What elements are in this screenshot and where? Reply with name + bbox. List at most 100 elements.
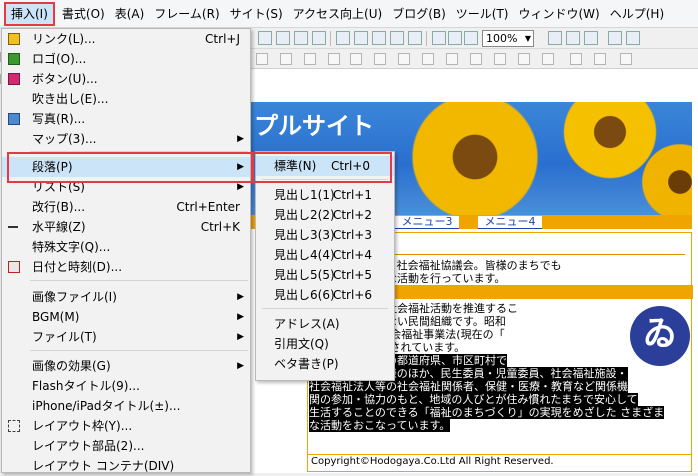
menu-site[interactable]: サイト(S) bbox=[225, 3, 288, 25]
menu-frame[interactable]: フレーム(R) bbox=[149, 3, 224, 25]
menu-item-logo[interactable]: ロゴ(O)... bbox=[2, 49, 250, 69]
menu-accessibility[interactable]: アクセス向上(U) bbox=[288, 3, 388, 25]
chevron-right-icon: ▶ bbox=[237, 332, 244, 342]
calendar-icon bbox=[8, 261, 20, 273]
spellcheck-icon[interactable] bbox=[354, 31, 368, 45]
preview-window-icon[interactable] bbox=[608, 31, 622, 45]
publish-icon[interactable] bbox=[408, 31, 422, 45]
insert-menu: リンク(L)... Ctrl+J ロゴ(O)... ボタン(U)... 吹き出し(… bbox=[1, 28, 251, 473]
menu-separator bbox=[30, 280, 248, 281]
menu-table[interactable]: 表(A) bbox=[110, 3, 150, 25]
nav-item-menu3[interactable]: メニュー3 bbox=[395, 216, 459, 229]
menu-item-iphone-title[interactable]: iPhone/iPadタイトル(±)... bbox=[2, 396, 250, 416]
cell-prop-icon[interactable] bbox=[446, 53, 458, 65]
menu-item-layout-container[interactable]: レイアウト コンテナ(DIV) bbox=[2, 456, 250, 476]
menu-format[interactable]: 書式(O) bbox=[57, 3, 110, 25]
menu-item-map[interactable]: マップ(3)... ▶ bbox=[2, 129, 250, 149]
button-icon bbox=[8, 73, 20, 85]
zoom-out-icon[interactable] bbox=[448, 31, 462, 45]
view-source-icon[interactable] bbox=[566, 31, 580, 45]
menu-bar: 挿入(I) 書式(O) 表(A) フレーム(R) サイト(S) アクセス向上(U… bbox=[0, 0, 698, 28]
delete-row-icon[interactable] bbox=[494, 53, 506, 65]
copy-layout-icon[interactable] bbox=[594, 53, 606, 65]
submenu-item-heading1[interactable]: 見出し1(1) Ctrl+1 bbox=[256, 185, 394, 205]
browser-preview-icon[interactable] bbox=[626, 31, 640, 45]
zoom-in-icon[interactable] bbox=[432, 31, 446, 45]
menu-item-special-char[interactable]: 特殊文字(Q)... bbox=[2, 237, 250, 257]
align-icon[interactable] bbox=[280, 53, 292, 65]
submenu-item-heading2[interactable]: 見出し2(2) Ctrl+2 bbox=[256, 205, 394, 225]
submenu-item-heading6[interactable]: 見出し6(6) Ctrl+6 bbox=[256, 285, 394, 305]
border-icon[interactable] bbox=[470, 53, 482, 65]
submenu-item-preformatted[interactable]: ベタ書き(P) bbox=[256, 354, 394, 374]
photo-icon bbox=[8, 113, 20, 125]
highlight-frame bbox=[7, 152, 254, 183]
view-split-icon[interactable] bbox=[584, 31, 598, 45]
table-icon[interactable] bbox=[276, 31, 290, 45]
link-icon bbox=[8, 33, 20, 45]
menu-item-button[interactable]: ボタン(U)... bbox=[2, 69, 250, 89]
text-icon[interactable] bbox=[336, 31, 350, 45]
menu-tools[interactable]: ツール(T) bbox=[451, 3, 514, 25]
chevron-right-icon: ▶ bbox=[237, 361, 244, 371]
menu-blog[interactable]: ブログ(B) bbox=[387, 3, 451, 25]
submenu-item-heading5[interactable]: 見出し5(5) Ctrl+5 bbox=[256, 265, 394, 285]
table-insert-icon[interactable] bbox=[328, 53, 340, 65]
site-title: プルサイト bbox=[254, 112, 374, 140]
nav-item-menu4[interactable]: メニュー4 bbox=[478, 216, 542, 229]
layer-icon[interactable] bbox=[620, 53, 632, 65]
selected-body-line: 関の参加・協力のもと、地域の人びとが住み慣れたまちで安心して bbox=[309, 393, 638, 406]
sunflower-image bbox=[400, 102, 550, 215]
menu-item-link[interactable]: リンク(L)... Ctrl+J bbox=[2, 29, 250, 49]
delete-column-icon[interactable] bbox=[518, 53, 530, 65]
welfare-logo: ゐ bbox=[630, 306, 690, 366]
view-standard-icon[interactable] bbox=[548, 31, 562, 45]
highlight-frame bbox=[251, 152, 392, 183]
preview-icon[interactable] bbox=[390, 31, 404, 45]
horizontal-rule-icon bbox=[8, 226, 18, 228]
menu-window[interactable]: ウィンドウ(W) bbox=[514, 3, 605, 25]
menu-insert[interactable]: 挿入(I) bbox=[4, 1, 55, 26]
menu-item-balloon[interactable]: 吹き出し(E)... bbox=[2, 89, 250, 109]
submenu-item-blockquote[interactable]: 引用文(Q) bbox=[256, 334, 394, 354]
row-insert-icon[interactable] bbox=[350, 53, 362, 65]
menu-item-file[interactable]: ファイル(T) ▶ bbox=[2, 327, 250, 347]
rule-icon[interactable] bbox=[258, 31, 272, 45]
menu-separator bbox=[30, 350, 248, 351]
page-footer: Copyright©Hodogaya.Co.Ltd All Right Rese… bbox=[308, 454, 691, 468]
menu-item-layout-parts[interactable]: レイアウト部品(2)... bbox=[2, 436, 250, 456]
selected-body-line: 社会福祉法人等の社会福祉関係者、保健・医療・教育など関係機 bbox=[309, 380, 628, 393]
column-insert-icon[interactable] bbox=[374, 53, 386, 65]
zoom-value: 100% bbox=[486, 32, 518, 45]
distribute-icon[interactable] bbox=[304, 53, 316, 65]
zoom-fit-icon[interactable] bbox=[464, 31, 478, 45]
menu-item-date-time[interactable]: 日付と時刻(D)... bbox=[2, 257, 250, 277]
split-cells-icon[interactable] bbox=[422, 53, 434, 65]
zoom-select[interactable]: 100% ▼ bbox=[482, 30, 534, 47]
menu-item-flash-title[interactable]: Flashタイトル(9)... bbox=[2, 376, 250, 396]
menu-item-line-break[interactable]: 改行(B)... Ctrl+Enter bbox=[2, 197, 250, 217]
frame-icon[interactable] bbox=[312, 31, 326, 45]
formatting-toolbar: 100% ▼ bbox=[250, 28, 698, 49]
menu-item-bgm[interactable]: BGM(M) ▶ bbox=[2, 307, 250, 327]
chevron-right-icon: ▶ bbox=[237, 312, 244, 322]
grid-icon[interactable] bbox=[256, 53, 268, 65]
menu-item-image-effect[interactable]: 画像の効果(G) ▶ bbox=[2, 356, 250, 376]
merge-cells-icon[interactable] bbox=[398, 53, 410, 65]
menu-help[interactable]: ヘルプ(H) bbox=[605, 3, 669, 25]
menu-item-image-file[interactable]: 画像ファイル(I) ▶ bbox=[2, 287, 250, 307]
chevron-down-icon: ▼ bbox=[524, 34, 531, 43]
menu-item-layout-frame[interactable]: レイアウト枠(Y)... bbox=[2, 416, 250, 436]
cell-align-icon[interactable] bbox=[542, 53, 554, 65]
selected-body-line: 生活することのできる「福祉のまちづくり」の実現をめざした さまざま bbox=[309, 406, 665, 419]
submenu-item-heading3[interactable]: 見出し3(3) Ctrl+3 bbox=[256, 225, 394, 245]
paragraph-submenu: 標準(N) Ctrl+0 見出し1(1) Ctrl+1 見出し2(2) Ctrl+2 … bbox=[255, 151, 395, 381]
menu-item-horizontal-rule[interactable]: 水平線(Z) Ctrl+K bbox=[2, 217, 250, 237]
layout-frame-icon bbox=[8, 420, 20, 432]
text-flow-icon[interactable] bbox=[570, 53, 582, 65]
submenu-item-heading4[interactable]: 見出し4(4) Ctrl+4 bbox=[256, 245, 394, 265]
submenu-item-address[interactable]: アドレス(A) bbox=[256, 314, 394, 334]
image-icon[interactable] bbox=[372, 31, 386, 45]
menu-item-photo[interactable]: 写真(R)... bbox=[2, 109, 250, 129]
form-icon[interactable] bbox=[294, 31, 308, 45]
